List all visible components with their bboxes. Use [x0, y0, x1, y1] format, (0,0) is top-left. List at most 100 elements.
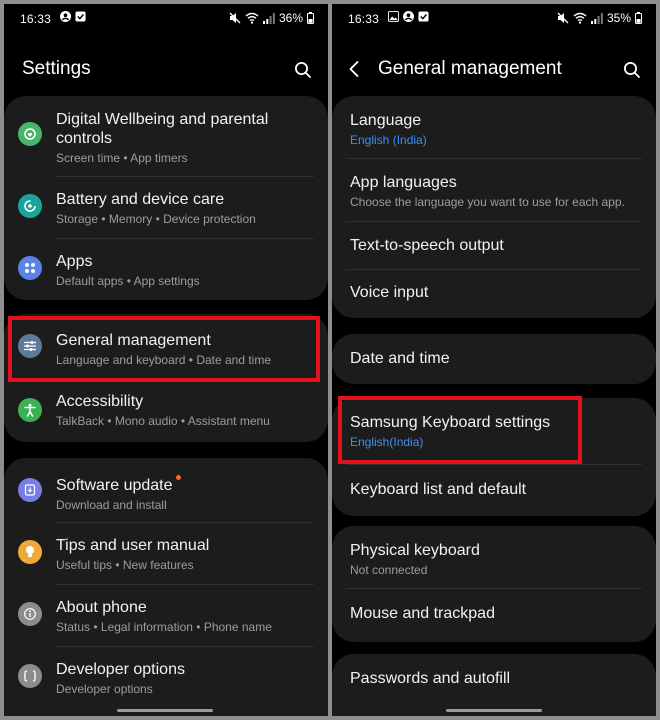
divider — [346, 269, 642, 270]
date-time-group: Date and time — [332, 334, 656, 384]
language-group: Language English (India) App languages C… — [332, 96, 656, 318]
item-title: Mouse and trackpad — [350, 605, 495, 622]
item-title: App languages — [350, 174, 457, 191]
item-title: Accessibility — [56, 393, 144, 410]
divider — [56, 176, 314, 177]
item-subtitle: English (India) — [350, 133, 427, 147]
item-title: Passwords and autofill — [350, 670, 511, 687]
signal-icon — [262, 12, 275, 24]
menu-battery-device-care[interactable]: Battery and device care Storage • Memory… — [4, 178, 328, 238]
menu-developer-options[interactable]: Developer options Developer options — [4, 648, 328, 708]
status-bar: 16:33 35% — [332, 4, 656, 40]
settings-group-1: Digital Wellbeing and parental controls … — [4, 96, 328, 300]
menu-voice-input[interactable]: Voice input — [332, 271, 656, 317]
divider — [346, 588, 642, 589]
notification-check-icon — [75, 11, 86, 22]
settings-group-3: Software update Download and install Tip… — [4, 458, 328, 716]
item-subtitle: Choose the language you want to use for … — [350, 195, 625, 209]
right-screen: 16:33 35% General management Language En… — [332, 4, 656, 716]
item-title: Developer options — [56, 661, 185, 678]
page-title: Settings — [22, 58, 91, 79]
divider — [346, 221, 642, 222]
battery-icon — [635, 12, 642, 24]
highlight-box — [8, 316, 320, 382]
menu-digital-wellbeing[interactable]: Digital Wellbeing and parental controls … — [4, 96, 328, 174]
menu-tips-user-manual[interactable]: Tips and user manual Useful tips • New f… — [4, 524, 328, 584]
divider — [56, 238, 314, 239]
menu-keyboard-list-default[interactable]: Keyboard list and default — [332, 466, 656, 516]
left-screen: 16:33 36% Settings Digital Wellbeing and… — [4, 4, 328, 716]
status-time: 16:33 — [348, 12, 380, 26]
user-status-icon — [403, 11, 414, 22]
battery-percent: 36% — [278, 11, 303, 25]
divider — [56, 522, 314, 523]
battery-icon — [307, 12, 314, 24]
gallery-status-icon — [388, 11, 399, 22]
item-title: Voice input — [350, 284, 429, 301]
mute-icon — [557, 12, 569, 24]
back-arrow-icon[interactable] — [348, 60, 360, 78]
menu-passwords-autofill[interactable]: Passwords and autofill — [332, 654, 656, 706]
search-icon[interactable] — [294, 61, 312, 79]
item-subtitle: Status • Legal information • Phone name — [56, 620, 272, 634]
about-phone-icon — [18, 602, 42, 626]
menu-about-phone[interactable]: About phone Status • Legal information •… — [4, 586, 328, 646]
item-subtitle: Developer options — [56, 682, 153, 696]
item-title: Digital Wellbeing and parental — [56, 111, 269, 128]
notification-check-icon — [418, 11, 429, 22]
menu-accessibility[interactable]: Accessibility TalkBack • Mono audio • As… — [4, 380, 328, 442]
signal-icon — [590, 12, 603, 24]
status-bar: 16:33 36% — [4, 4, 328, 40]
digital-wellbeing-icon — [18, 122, 42, 146]
battery-percent: 35% — [606, 11, 631, 25]
item-title: Software update — [56, 477, 173, 494]
status-time: 16:33 — [20, 12, 52, 26]
item-title: Language — [350, 112, 422, 129]
divider — [56, 646, 314, 647]
menu-physical-keyboard[interactable]: Physical keyboard Not connected — [332, 526, 656, 586]
menu-app-languages[interactable]: App languages Choose the language you wa… — [332, 160, 656, 220]
item-title: Physical keyboard — [350, 542, 480, 559]
item-title: About phone — [56, 599, 147, 616]
software-update-icon — [18, 478, 42, 502]
developer-options-icon — [18, 664, 42, 688]
item-title: Apps — [56, 253, 93, 270]
divider — [346, 464, 642, 465]
item-title: Battery and device care — [56, 191, 225, 208]
item-subtitle: Useful tips • New features — [56, 558, 194, 572]
item-title: Text-to-speech output — [350, 237, 504, 254]
item-title-line2: controls — [56, 130, 113, 147]
item-subtitle: Download and install — [56, 498, 167, 512]
menu-software-update[interactable]: Software update Download and install — [4, 458, 328, 520]
menu-language[interactable]: Language English (India) — [332, 96, 656, 156]
item-subtitle: Storage • Memory • Device protection — [56, 212, 256, 226]
item-subtitle: Default apps • App settings — [56, 274, 200, 288]
item-subtitle: TalkBack • Mono audio • Assistant menu — [56, 414, 270, 428]
wifi-icon — [573, 12, 587, 24]
passwords-group: Passwords and autofill — [332, 654, 656, 716]
item-title: Date and time — [350, 350, 450, 367]
item-subtitle: Screen time • App timers — [56, 151, 188, 165]
gesture-bar — [117, 709, 213, 712]
menu-date-and-time[interactable]: Date and time — [332, 334, 656, 384]
divider — [56, 584, 314, 585]
input-devices-group: Physical keyboard Not connected Mouse an… — [332, 526, 656, 642]
menu-mouse-trackpad[interactable]: Mouse and trackpad — [332, 590, 656, 640]
item-title: Keyboard list and default — [350, 481, 527, 498]
tips-icon — [18, 540, 42, 564]
item-title: Tips and user manual — [56, 537, 210, 554]
user-status-icon — [60, 11, 71, 22]
notification-dot — [176, 475, 181, 480]
divider — [346, 158, 642, 159]
menu-text-to-speech[interactable]: Text-to-speech output — [332, 223, 656, 269]
highlight-box — [338, 396, 582, 464]
accessibility-icon — [18, 398, 42, 422]
battery-care-icon — [18, 194, 42, 218]
menu-apps[interactable]: Apps Default apps • App settings — [4, 240, 328, 300]
item-subtitle: Not connected — [350, 563, 428, 577]
search-icon[interactable] — [623, 61, 641, 79]
mute-icon — [229, 12, 241, 24]
wifi-icon — [245, 12, 259, 24]
page-title: General management — [378, 58, 562, 79]
gesture-bar — [446, 709, 542, 712]
